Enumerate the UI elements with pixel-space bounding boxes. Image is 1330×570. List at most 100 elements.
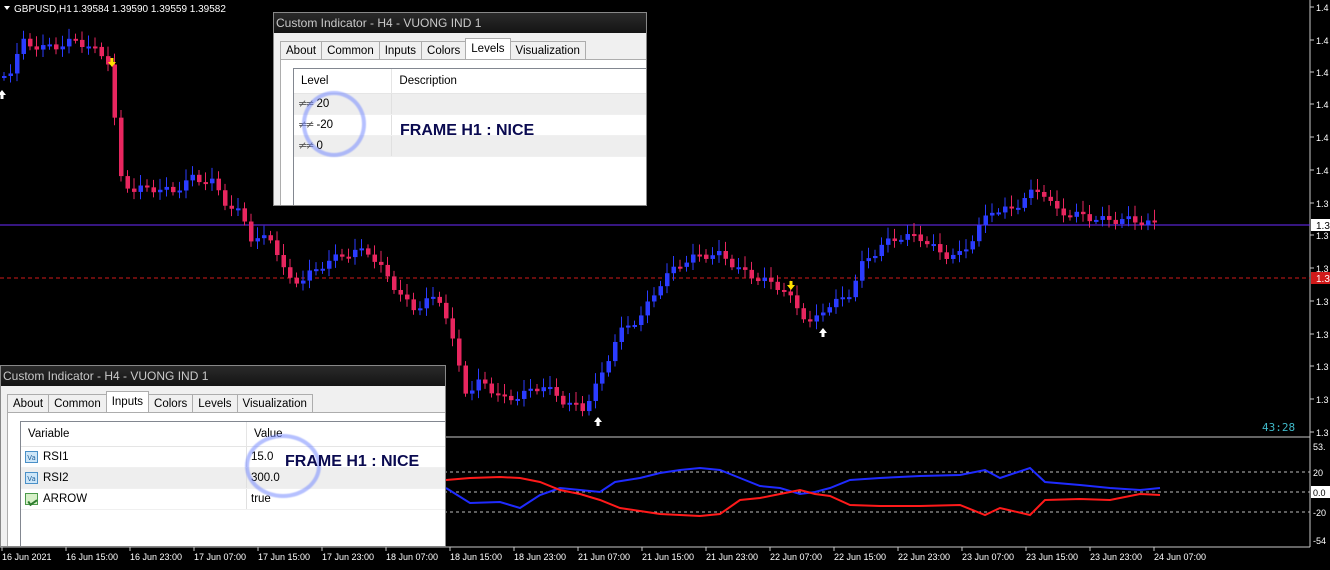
price-axis-label: 1.4 <box>1316 36 1329 46</box>
candle <box>476 379 481 391</box>
tab-visualization[interactable]: Visualization <box>509 41 586 59</box>
candle <box>925 241 930 245</box>
column-header-variable[interactable]: Variable <box>21 422 247 446</box>
candle <box>125 176 130 189</box>
inputs-dialog: Custom Indicator - H4 - VUONG IND 1 Abou… <box>0 365 446 547</box>
candle <box>15 53 20 74</box>
time-axis-label: 22 Jun 23:00 <box>898 552 950 562</box>
candle <box>652 295 657 302</box>
candle <box>678 266 683 269</box>
candle <box>561 395 566 405</box>
candle <box>756 278 761 282</box>
time-axis-label: 16 Jun 15:00 <box>66 552 118 562</box>
candle <box>47 44 52 47</box>
bar-timer: 43:28 <box>1262 421 1295 434</box>
candle <box>587 400 592 412</box>
candle <box>1126 216 1131 220</box>
candle <box>145 185 150 188</box>
price-axis-label: 1.4 <box>1316 166 1329 176</box>
candle <box>34 46 39 50</box>
dialog-title[interactable]: Custom Indicator - H4 - VUONG IND 1 <box>274 13 646 33</box>
tab-visualization[interactable]: Visualization <box>236 394 313 412</box>
candle <box>444 302 449 319</box>
candle <box>626 325 631 328</box>
candle <box>775 281 780 290</box>
candle <box>405 294 410 300</box>
candle <box>132 188 137 192</box>
tab-colors[interactable]: Colors <box>148 394 194 412</box>
tab-common[interactable]: Common <box>321 41 380 59</box>
candle <box>496 393 501 396</box>
candle <box>93 46 98 49</box>
candle <box>691 254 696 263</box>
candle <box>658 286 663 296</box>
column-header-description[interactable]: Description <box>392 69 646 93</box>
candle <box>944 252 949 259</box>
tab-inputs[interactable]: Inputs <box>378 41 423 59</box>
candle <box>1113 219 1118 224</box>
candle <box>242 208 247 222</box>
column-header-level[interactable]: Level <box>294 69 393 93</box>
candle <box>294 277 299 284</box>
tab-about[interactable]: About <box>7 394 50 412</box>
variable-icon: Va <box>25 451 38 463</box>
candle <box>28 38 33 47</box>
candle <box>502 394 507 397</box>
candle <box>788 291 793 296</box>
tab-inputs[interactable]: Inputs <box>105 391 150 412</box>
candle <box>522 390 527 399</box>
candle <box>275 240 280 256</box>
candle <box>223 190 228 206</box>
candle <box>951 254 956 259</box>
candle <box>554 387 559 396</box>
candle <box>457 338 462 366</box>
candle <box>366 248 371 255</box>
candle <box>912 234 917 237</box>
tab-about[interactable]: About <box>280 41 323 59</box>
price-axis-label: 1.3 <box>1316 231 1329 241</box>
tab-common[interactable]: Common <box>48 394 107 412</box>
time-axis-label: 23 Jun 07:00 <box>962 552 1014 562</box>
time-axis-label: 17 Jun 23:00 <box>322 552 374 562</box>
candle <box>262 235 267 239</box>
time-axis-label: 17 Jun 15:00 <box>258 552 310 562</box>
tab-levels[interactable]: Levels <box>192 394 238 412</box>
tab-colors[interactable]: Colors <box>421 41 467 59</box>
candle <box>2 76 7 78</box>
candle <box>431 296 436 299</box>
candle <box>1022 198 1027 208</box>
candle <box>671 266 676 274</box>
indicator-axis-label: -54 <box>1313 536 1326 546</box>
candle <box>327 260 332 269</box>
candle <box>814 315 819 322</box>
candle <box>1133 216 1138 223</box>
candle <box>574 402 579 405</box>
candle <box>704 254 709 259</box>
time-axis-label: 23 Jun 23:00 <box>1090 552 1142 562</box>
level-description[interactable] <box>392 94 646 114</box>
candle <box>1087 214 1092 222</box>
price-axis-label: 1.4 <box>1316 68 1329 78</box>
price-axis-label: 1.3 <box>1316 199 1329 209</box>
time-axis-label: 18 Jun 15:00 <box>450 552 502 562</box>
candle <box>964 249 969 252</box>
table-row[interactable]: Va RSI2 300.0 <box>21 468 445 489</box>
candle <box>379 261 384 265</box>
candle <box>73 38 78 41</box>
bool-icon <box>25 493 38 505</box>
candle <box>632 324 637 327</box>
candle <box>138 185 143 192</box>
candle <box>847 297 852 300</box>
tab-levels[interactable]: Levels <box>465 38 511 59</box>
candle <box>372 254 377 262</box>
candle <box>281 255 286 268</box>
candle <box>8 73 13 76</box>
candle <box>164 186 169 190</box>
candle <box>899 239 904 242</box>
time-axis-label: 18 Jun 07:00 <box>386 552 438 562</box>
candle <box>541 387 546 392</box>
table-row[interactable]: ARROW true <box>21 489 445 510</box>
candle <box>782 289 787 292</box>
dialog-title[interactable]: Custom Indicator - H4 - VUONG IND 1 <box>1 366 445 386</box>
time-axis-label: 21 Jun 15:00 <box>642 552 694 562</box>
